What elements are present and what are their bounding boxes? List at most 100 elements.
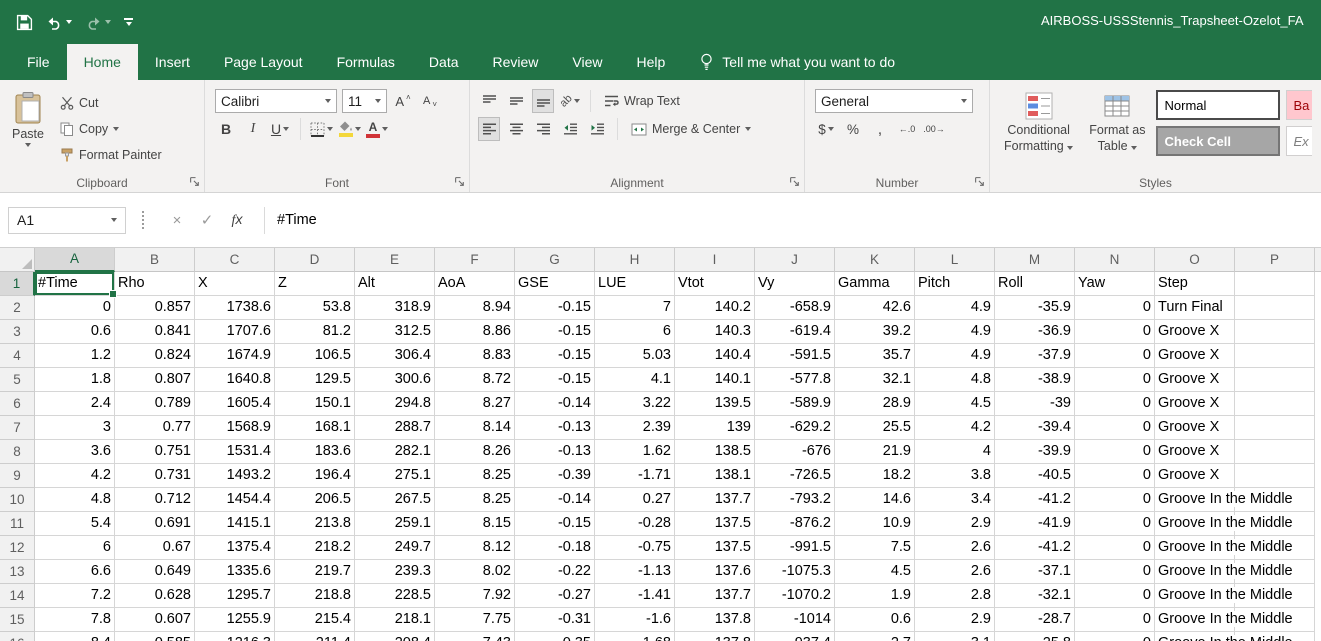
cell-A7[interactable]: 3 (35, 416, 115, 440)
cell-M8[interactable]: -39.9 (995, 440, 1075, 464)
cell-C13[interactable]: 1335.6 (195, 560, 275, 584)
borders-button[interactable] (310, 117, 333, 141)
tab-page-layout[interactable]: Page Layout (207, 44, 320, 80)
cell-J4[interactable]: -591.5 (755, 344, 835, 368)
cell-K9[interactable]: 18.2 (835, 464, 915, 488)
align-top-button[interactable] (478, 89, 500, 113)
cell-M9[interactable]: -40.5 (995, 464, 1075, 488)
cell-D12[interactable]: 218.2 (275, 536, 355, 560)
cell-J16[interactable]: -937.4 (755, 632, 835, 641)
cell-N5[interactable]: 0 (1075, 368, 1155, 392)
cell-J1[interactable]: Vy (755, 272, 835, 296)
cell-L7[interactable]: 4.2 (915, 416, 995, 440)
cell-D13[interactable]: 219.7 (275, 560, 355, 584)
cell-A3[interactable]: 0.6 (35, 320, 115, 344)
cell-E3[interactable]: 312.5 (355, 320, 435, 344)
cell-G6[interactable]: -0.14 (515, 392, 595, 416)
column-header-I[interactable]: I (675, 248, 755, 272)
copy-button[interactable]: Copy (56, 117, 166, 140)
row-header-5[interactable]: 5 (0, 368, 35, 392)
cell-H14[interactable]: -1.41 (595, 584, 675, 608)
cell-C8[interactable]: 1531.4 (195, 440, 275, 464)
cell-H6[interactable]: 3.22 (595, 392, 675, 416)
cell-M15[interactable]: -28.7 (995, 608, 1075, 632)
cell-I3[interactable]: 140.3 (675, 320, 755, 344)
cell-J14[interactable]: -1070.2 (755, 584, 835, 608)
cell-L14[interactable]: 2.8 (915, 584, 995, 608)
cell-G3[interactable]: -0.15 (515, 320, 595, 344)
column-header-D[interactable]: D (275, 248, 355, 272)
cell-H1[interactable]: LUE (595, 272, 675, 296)
cell-A13[interactable]: 6.6 (35, 560, 115, 584)
cell-M6[interactable]: -39 (995, 392, 1075, 416)
cell-G1[interactable]: GSE (515, 272, 595, 296)
cell-A5[interactable]: 1.8 (35, 368, 115, 392)
cell-F12[interactable]: 8.12 (435, 536, 515, 560)
row-header-10[interactable]: 10 (0, 488, 35, 512)
cell-F4[interactable]: 8.83 (435, 344, 515, 368)
cell-A14[interactable]: 7.2 (35, 584, 115, 608)
cell-O8[interactable]: Groove X (1155, 440, 1235, 464)
cell-E2[interactable]: 318.9 (355, 296, 435, 320)
cell-B9[interactable]: 0.731 (115, 464, 195, 488)
cell-H9[interactable]: -1.71 (595, 464, 675, 488)
align-left-button[interactable] (478, 117, 500, 141)
cell-K15[interactable]: 0.6 (835, 608, 915, 632)
cell-N15[interactable]: 0 (1075, 608, 1155, 632)
tab-home[interactable]: Home (67, 44, 138, 80)
formula-input[interactable]: #Time (277, 212, 317, 228)
cell-G13[interactable]: -0.22 (515, 560, 595, 584)
cell-F1[interactable]: AoA (435, 272, 515, 296)
cell-I1[interactable]: Vtot (675, 272, 755, 296)
cell-O3[interactable]: Groove X (1155, 320, 1235, 344)
cell-E4[interactable]: 306.4 (355, 344, 435, 368)
cell-I4[interactable]: 140.4 (675, 344, 755, 368)
cell-K11[interactable]: 10.9 (835, 512, 915, 536)
cell-J11[interactable]: -876.2 (755, 512, 835, 536)
cell-K14[interactable]: 1.9 (835, 584, 915, 608)
cell-O7[interactable]: Groove X (1155, 416, 1235, 440)
cell-D16[interactable]: 211.4 (275, 632, 355, 641)
cut-button[interactable]: Cut (56, 91, 166, 114)
cell-B16[interactable]: 0.585 (115, 632, 195, 641)
cell-N11[interactable]: 0 (1075, 512, 1155, 536)
cell-J10[interactable]: -793.2 (755, 488, 835, 512)
cell-C9[interactable]: 1493.2 (195, 464, 275, 488)
tab-insert[interactable]: Insert (138, 44, 207, 80)
cell-E5[interactable]: 300.6 (355, 368, 435, 392)
cell-B14[interactable]: 0.628 (115, 584, 195, 608)
currency-format-button[interactable]: $ (815, 117, 837, 141)
cell-C10[interactable]: 1454.4 (195, 488, 275, 512)
row-header-2[interactable]: 2 (0, 296, 35, 320)
align-center-button[interactable] (505, 117, 527, 141)
cell-J9[interactable]: -726.5 (755, 464, 835, 488)
cell-M4[interactable]: -37.9 (995, 344, 1075, 368)
cell-O12[interactable]: Groove In the Middle (1155, 536, 1235, 560)
font-color-button[interactable]: A (366, 117, 388, 141)
cell-B15[interactable]: 0.607 (115, 608, 195, 632)
decrease-decimal-button[interactable]: .00→ (923, 117, 945, 141)
cell-E10[interactable]: 267.5 (355, 488, 435, 512)
increase-font-button[interactable]: A˄ (392, 89, 414, 113)
cell-C2[interactable]: 1738.6 (195, 296, 275, 320)
cell-D6[interactable]: 150.1 (275, 392, 355, 416)
cell-P1[interactable] (1235, 272, 1315, 296)
cell-F3[interactable]: 8.86 (435, 320, 515, 344)
fill-color-button[interactable] (338, 117, 361, 141)
alignment-dialog-launcher[interactable] (789, 176, 801, 188)
cell-C4[interactable]: 1674.9 (195, 344, 275, 368)
cell-B7[interactable]: 0.77 (115, 416, 195, 440)
select-all-corner[interactable] (0, 248, 35, 272)
cell-K1[interactable]: Gamma (835, 272, 915, 296)
bold-button[interactable]: B (215, 117, 237, 141)
tab-data[interactable]: Data (412, 44, 476, 80)
number-dialog-launcher[interactable] (974, 176, 986, 188)
cell-M16[interactable]: -25.8 (995, 632, 1075, 641)
cell-J13[interactable]: -1075.3 (755, 560, 835, 584)
row-header-14[interactable]: 14 (0, 584, 35, 608)
cell-B3[interactable]: 0.841 (115, 320, 195, 344)
cell-M12[interactable]: -41.2 (995, 536, 1075, 560)
cell-K13[interactable]: 4.5 (835, 560, 915, 584)
cell-L11[interactable]: 2.9 (915, 512, 995, 536)
font-size-select[interactable]: 11 (342, 89, 387, 113)
